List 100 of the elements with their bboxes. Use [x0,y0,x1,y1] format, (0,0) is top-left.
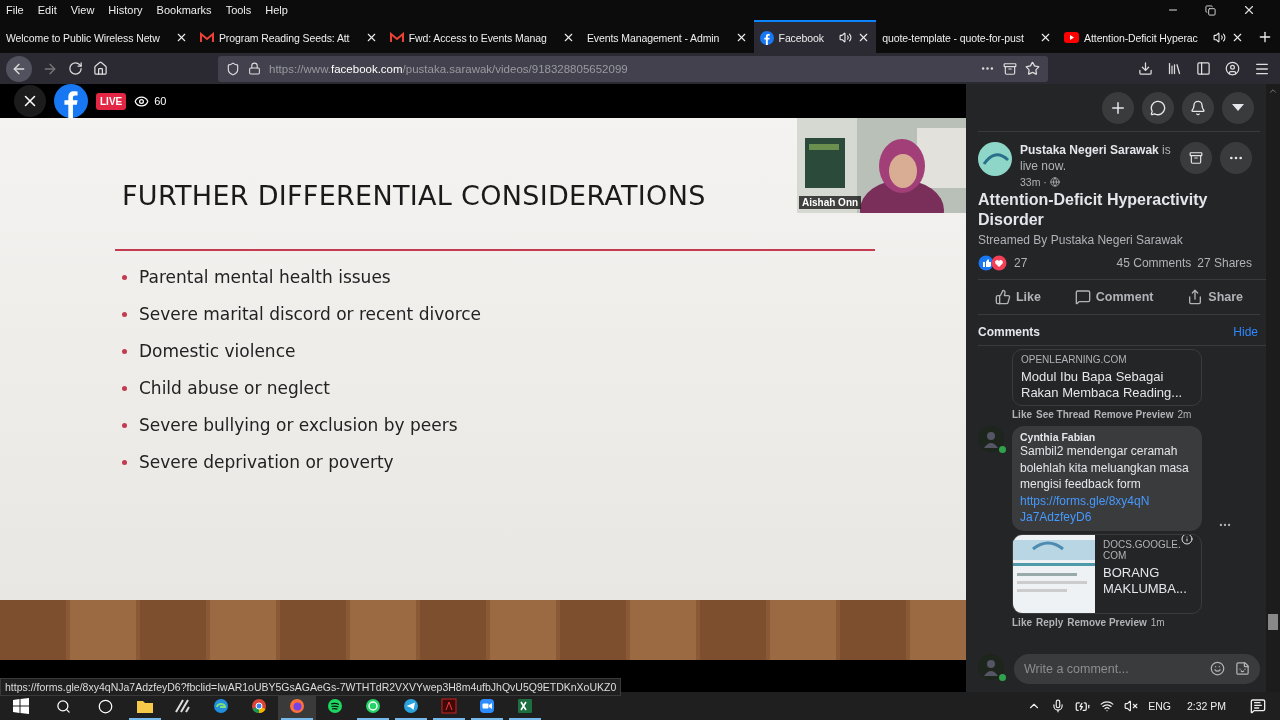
browser-tab[interactable]: Welcome to Public Wireless Netw [0,20,194,53]
address-bar[interactable]: https://www.facebook.com/pustaka.sarawak/videos/918328805652099 [218,55,1048,82]
online-dot [999,674,1006,681]
facebook-icon [759,30,774,45]
library-icon[interactable] [1167,61,1182,76]
status-url: https://forms.gle/8xy4qNJa7AdzfeyD6?fbclid=IwAR1oUBY5GsAGAeGs-7WTHTdR2VXVYwep3H8m4ufbJhQvU5Q9ETDKnXoUKZ0 [0,678,622,696]
preview-title: Modul Ibu Bapa Sebagai Rakan Membaca Reading... [1021,369,1184,401]
comment-text: Sambil2 mendengar ceramah bolehlah kita meluangkan masa mengisi feedback form [1020,443,1190,493]
eye-icon [134,93,150,109]
live-badge: LIVE [96,92,127,110]
video-camera-icon [479,698,495,714]
restore-icon[interactable] [1205,4,1216,16]
microphone-icon[interactable] [1051,699,1066,713]
messenger-button[interactable] [1142,91,1174,124]
circle-icon [97,698,113,714]
save-button[interactable] [1180,142,1212,174]
browser-tab[interactable]: Attention-Deficit Hyperac [1058,20,1250,53]
user-avatar [978,654,1004,680]
menu-item[interactable]: View [70,4,95,16]
post-title: Attention-Deficit Hyperactivity Disorder [978,190,1209,230]
speech-bubble-icon [1074,289,1091,305]
sticker-icon[interactable] [1235,661,1250,676]
lock-icon [248,62,261,75]
search-icon [55,698,71,714]
clock[interactable]: 2:32 PM [1186,700,1226,712]
download-icon[interactable] [1138,61,1153,76]
bullet-text: Domestic violence [139,341,296,361]
folder-icon [137,699,153,713]
comment-author[interactable]: Cynthia Fabian [1020,431,1194,443]
sidebar-icon[interactable] [1196,61,1211,76]
browser-tab[interactable]: Fwd: Access to Events Manag [383,20,581,53]
menu-item[interactable]: Help [265,4,288,16]
hide-link[interactable]: Hide [1233,325,1258,339]
reply-link[interactable]: Reply [1036,616,1064,628]
close-icon[interactable] [1242,3,1256,17]
bullet-icon [122,311,127,317]
comment-button[interactable]: Comment [1074,289,1154,305]
account-menu-button[interactable] [1222,91,1254,124]
facebook-logo-icon [54,84,88,118]
bullet-icon [122,274,127,280]
comments-count[interactable]: 45 Comments [1116,256,1192,270]
like-link[interactable]: Like [1012,409,1032,420]
link-preview[interactable]: DOCS.GOOGLE.COM BORANG MAKLUMBA... [1012,533,1202,614]
phone-bubble-icon [365,698,381,714]
slide-title: FURTHER DIFFERENTIAL CONSIDERATIONS [122,180,706,211]
like-link[interactable]: Like [1012,616,1032,628]
remove-preview-link[interactable]: Remove Preview [1067,616,1147,628]
link-preview[interactable]: OPENLEARNING.COM Modul Ibu Bapa Sebagai Rakan Membaca Reading... [1012,349,1202,406]
menu-item[interactable]: File [6,4,24,16]
paper-plane-icon [403,698,419,714]
menu-item[interactable]: Edit [37,4,57,16]
comments-heading: Comments [978,325,1040,339]
bullet-text: Parental mental health issues [139,267,391,287]
remove-preview-link[interactable]: Remove Preview [1093,409,1174,420]
browser-tab[interactable]: quote-template - quote-for-pust [876,20,1059,53]
language-indicator[interactable]: ENG [1148,700,1171,712]
reactions-icon [978,255,1008,271]
speaker-icon[interactable] [839,31,853,44]
close-button[interactable] [14,85,46,117]
bell-icon [1190,99,1206,116]
bullet-icon [122,385,127,391]
home-icon[interactable] [93,61,108,76]
page-avatar [978,142,1012,176]
menu-item[interactable]: Bookmarks [156,4,212,16]
mute-icon[interactable] [1124,699,1139,713]
emoji-icon[interactable] [1210,661,1225,676]
document-icon [441,698,457,714]
browser-tab[interactable]: Program Reading Seeds: Att [193,20,384,53]
back-button[interactable] [6,55,32,82]
streamed-by: Streamed By Pustaka Negeri Sarawak [978,233,1184,247]
close-icon[interactable] [1231,31,1244,44]
menu-item[interactable]: Tools [225,4,252,16]
ring-icon [251,698,267,714]
scroll-thumb[interactable] [1268,614,1278,630]
bullet-icon [122,459,127,465]
shares-count[interactable]: 27 Shares [1197,256,1252,270]
account-icon[interactable] [1225,61,1240,76]
reaction-count: 27 [1014,256,1028,270]
comment-link[interactable]: https://forms.gle/8xy4qNJa7AdzfeyD6 [1020,492,1150,526]
notifications-icon[interactable] [1250,698,1266,714]
like-button[interactable]: Like [994,289,1041,305]
sound-waves-icon [327,698,343,714]
notifications-button[interactable] [1182,91,1214,124]
speaker-icon[interactable] [1213,31,1226,44]
share-button[interactable]: Share [1187,289,1244,305]
wifi-icon[interactable] [1100,699,1115,713]
menu-item[interactable]: History [108,4,143,16]
user-avatar [978,426,1004,452]
preview-title: BORANG MAKLUMBA... [1103,564,1187,597]
bookmark-star-icon[interactable] [1025,61,1040,76]
see-thread-link[interactable]: See Thread [1036,409,1090,420]
post-time: 33m · [1020,176,1047,188]
browser-tab[interactable]: Facebook [753,20,877,53]
browser-tab[interactable]: Events Management - Admin [580,20,754,53]
bullet-text: Severe marital discord or recent divorce [139,304,482,324]
comment-field[interactable]: Write a comment... [1014,654,1260,684]
speaker-name: Aishah Onn [799,196,862,209]
create-button[interactable] [1102,91,1134,124]
envelope-icon [389,32,404,43]
reload-icon[interactable] [68,61,83,76]
